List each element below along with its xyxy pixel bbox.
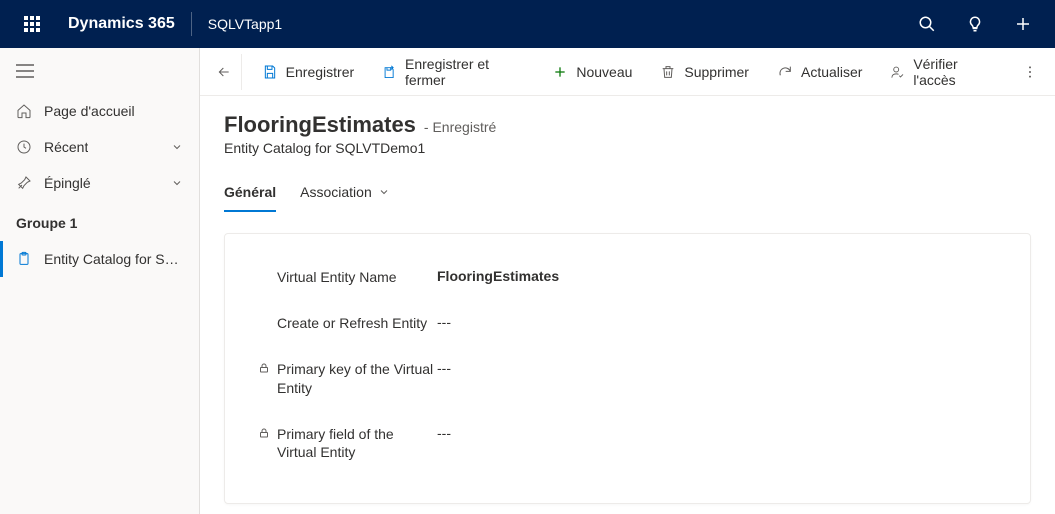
new-label: Nouveau <box>576 64 632 80</box>
back-arrow-icon <box>216 64 232 80</box>
nav-entity-catalog[interactable]: Entity Catalog for SQ… <box>0 241 199 277</box>
chevron-down-icon <box>171 177 183 189</box>
save-close-label: Enregistrer et fermer <box>405 56 524 88</box>
save-close-icon <box>382 64 397 80</box>
nav-recent[interactable]: Récent <box>0 129 199 165</box>
trash-icon <box>660 64 676 80</box>
app-launcher-button[interactable] <box>8 0 56 48</box>
nav-home-label: Page d'accueil <box>44 103 135 119</box>
sidebar: Page d'accueil Récent Épinglé Groupe 1 E… <box>0 48 200 514</box>
save-button[interactable]: Enregistrer <box>250 56 366 88</box>
delete-button[interactable]: Supprimer <box>648 56 761 88</box>
field-label: Virtual Entity Name <box>277 268 437 286</box>
sidebar-toggle[interactable] <box>0 52 199 93</box>
command-bar: Enregistrer Enregistrer et fermer Nouvea… <box>200 48 1055 96</box>
app-name[interactable]: SQLVTapp1 <box>196 16 294 32</box>
refresh-label: Actualiser <box>801 64 862 80</box>
clipboard-icon <box>16 251 32 267</box>
page-title: FlooringEstimates <box>224 112 416 138</box>
page-status: - Enregistré <box>424 119 496 135</box>
nav-entity-catalog-label: Entity Catalog for SQ… <box>44 251 183 267</box>
tab-list: Général Association <box>224 176 1031 213</box>
clock-icon <box>16 139 32 155</box>
plus-icon <box>1014 15 1032 33</box>
field-label: Create or Refresh Entity <box>277 314 437 332</box>
field-create-or-refresh[interactable]: Create or Refresh Entity --- <box>257 304 998 350</box>
field-value: --- <box>437 360 998 376</box>
nav-recent-label: Récent <box>44 139 88 155</box>
field-primary-key[interactable]: Primary key of the Virtual Entity --- <box>257 350 998 414</box>
save-icon <box>262 64 278 80</box>
divider <box>191 12 192 36</box>
page-subtitle: Entity Catalog for SQLVTDemo1 <box>224 140 1031 156</box>
field-value: --- <box>437 425 998 441</box>
field-label: Primary key of the Virtual Entity <box>277 360 437 396</box>
person-check-icon <box>890 64 905 80</box>
field-primary-field[interactable]: Primary field of the Virtual Entity --- <box>257 415 998 479</box>
lock-icon <box>258 427 270 439</box>
save-close-button[interactable]: Enregistrer et fermer <box>370 48 536 96</box>
chevron-down-icon <box>378 186 390 198</box>
hamburger-icon <box>16 64 34 78</box>
product-brand[interactable]: Dynamics 365 <box>56 15 187 33</box>
nav-pinned[interactable]: Épinglé <box>0 165 199 201</box>
new-button[interactable]: Nouveau <box>540 56 644 88</box>
plus-icon <box>552 64 568 80</box>
pin-icon <box>16 175 32 191</box>
check-access-label: Vérifier l'accès <box>913 56 997 88</box>
back-button[interactable] <box>208 54 242 90</box>
add-button[interactable] <box>999 0 1047 48</box>
nav-pinned-label: Épinglé <box>44 175 91 191</box>
field-label: Primary field of the Virtual Entity <box>277 425 437 461</box>
lock-icon <box>258 362 270 374</box>
lightbulb-icon <box>966 15 984 33</box>
check-access-button[interactable]: Vérifier l'accès <box>878 48 1009 96</box>
refresh-button[interactable]: Actualiser <box>765 56 874 88</box>
field-virtual-entity-name[interactable]: Virtual Entity Name FlooringEstimates <box>257 258 998 304</box>
main-content: Enregistrer Enregistrer et fermer Nouvea… <box>200 48 1055 514</box>
form-card: Virtual Entity Name FlooringEstimates Cr… <box>224 233 1031 504</box>
field-value: --- <box>437 314 998 330</box>
delete-label: Supprimer <box>684 64 749 80</box>
nav-home[interactable]: Page d'accueil <box>0 93 199 129</box>
record-page: FlooringEstimates - Enregistré Entity Ca… <box>200 96 1055 514</box>
save-label: Enregistrer <box>286 64 354 80</box>
help-button[interactable] <box>951 0 999 48</box>
field-value: FlooringEstimates <box>437 268 998 284</box>
nav-group-title: Groupe 1 <box>0 201 199 241</box>
home-icon <box>16 103 32 119</box>
search-button[interactable] <box>903 0 951 48</box>
chevron-down-icon <box>171 141 183 153</box>
refresh-icon <box>777 64 793 80</box>
waffle-icon <box>24 16 40 32</box>
tab-general[interactable]: Général <box>224 176 276 212</box>
global-header: Dynamics 365 SQLVTapp1 <box>0 0 1055 48</box>
overflow-button[interactable] <box>1013 54 1047 90</box>
search-icon <box>918 15 936 33</box>
more-vertical-icon <box>1022 64 1038 80</box>
tab-association[interactable]: Association <box>300 176 390 212</box>
